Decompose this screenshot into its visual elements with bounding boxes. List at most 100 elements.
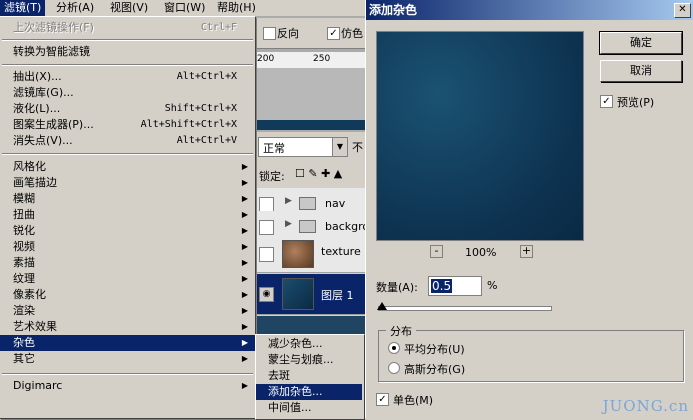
menu-filter[interactable]: 滤镜(T) (0, 0, 46, 16)
simulate-checkbox[interactable]: ✓ (327, 27, 340, 40)
expand-arrow-icon[interactable]: ▶ (285, 219, 292, 229)
canvas-area (255, 68, 365, 128)
submenu-item-median[interactable]: 中间值... (256, 400, 362, 416)
menu-item-extract[interactable]: 抽出(X)... Alt+Ctrl+X (0, 69, 255, 85)
menu-item-liquify[interactable]: 液化(L)... Shift+Ctrl+X (0, 101, 255, 117)
preview-image[interactable] (376, 31, 584, 241)
canvas-image (255, 120, 365, 130)
uniform-radio[interactable] (388, 342, 400, 354)
visibility-toggle[interactable] (259, 247, 274, 262)
blend-mode-value: 正常 (263, 142, 285, 155)
submenu-arrow-icon: ▶ (241, 162, 248, 171)
visibility-toggle[interactable] (259, 197, 274, 212)
menu-item-sketch[interactable]: 素描 ▶ (0, 255, 255, 271)
menu-bar: 滤镜(T) 分析(A) 视图(V) 窗口(W) 帮助(H) (0, 0, 365, 17)
reverse-label: 反向 (277, 27, 299, 40)
menu-view[interactable]: 视图(V) (106, 0, 152, 16)
menu-item-pattern-maker[interactable]: 图案生成器(P)... Alt+Shift+Ctrl+X (0, 117, 255, 133)
visibility-toggle[interactable] (259, 220, 274, 235)
distribution-title: 分布 (386, 323, 416, 339)
menu-item-pixelate[interactable]: 像素化 ▶ (0, 287, 255, 303)
ok-button[interactable]: 确定 (599, 31, 683, 55)
submenu-arrow-icon: ▶ (241, 242, 248, 251)
blend-mode-select[interactable]: 正常 ▼ (258, 137, 348, 157)
amount-slider-thumb[interactable] (377, 302, 387, 310)
ruler-tick: 200 (257, 54, 275, 64)
menu-item-brush-strokes[interactable]: 画笔描边 ▶ (0, 175, 255, 191)
menu-item-video[interactable]: 视频 ▶ (0, 239, 255, 255)
simulate-label: 仿色 (341, 27, 363, 40)
options-bar: 反向 ✓ 仿色 (255, 18, 365, 49)
layer-thumbnail (282, 278, 314, 310)
preview-checkbox[interactable]: ✓ (600, 95, 613, 108)
layer-row-layer1[interactable]: ◉ 图层 1 (255, 274, 365, 315)
menu-item-noise[interactable]: 杂色 ▶ (0, 335, 255, 351)
menu-item-distort[interactable]: 扭曲 ▶ (0, 207, 255, 223)
zoom-out-button[interactable]: - (430, 245, 443, 258)
submenu-item-despeckle[interactable]: 去斑 (256, 368, 362, 384)
menu-item-blur[interactable]: 模糊 ▶ (0, 191, 255, 207)
gaussian-label: 高斯分布(G) (404, 363, 466, 376)
submenu-arrow-icon: ▶ (241, 338, 248, 347)
submenu-arrow-icon: ▶ (241, 274, 248, 283)
watermark: JUONG.cn (602, 397, 689, 415)
amount-label: 数量(A): (376, 281, 418, 294)
submenu-arrow-icon: ▶ (241, 306, 248, 315)
submenu-item-dust-scratches[interactable]: 蒙尘与划痕... (256, 352, 362, 368)
monochromatic-label: 单色(M) (393, 394, 434, 407)
menu-item-texture[interactable]: 纹理 ▶ (0, 271, 255, 287)
amount-slider-track[interactable] (378, 306, 552, 311)
chevron-down-icon: ▼ (332, 138, 347, 156)
amount-value: 0.5 (431, 279, 453, 293)
layer-row-texture[interactable]: texture (255, 236, 365, 273)
dialog-title: 添加杂色 (369, 3, 418, 17)
opacity-label: 不 (352, 141, 363, 154)
folder-icon (299, 197, 316, 210)
submenu-item-reduce-noise[interactable]: 减少杂色... (256, 336, 362, 352)
close-icon[interactable]: ✕ (674, 3, 691, 18)
submenu-arrow-icon: ▶ (241, 290, 248, 299)
reverse-checkbox[interactable] (263, 27, 276, 40)
menu-divider (2, 153, 253, 155)
submenu-arrow-icon: ▶ (241, 226, 248, 235)
menu-help[interactable]: 帮助(H) (213, 0, 260, 16)
gaussian-radio[interactable] (388, 362, 400, 374)
menu-item-artistic[interactable]: 艺术效果 ▶ (0, 319, 255, 335)
submenu-arrow-icon: ▶ (241, 258, 248, 267)
dialog-title-bar: 添加杂色 ✕ (366, 0, 693, 20)
menu-item-digimarc[interactable]: Digimarc ▶ (0, 378, 255, 394)
monochromatic-checkbox[interactable]: ✓ (376, 393, 389, 406)
noise-submenu: 减少杂色... 蒙尘与划痕... 去斑 添加杂色... 中间值... (255, 334, 365, 420)
menu-item-vanishing-point[interactable]: 消失点(V)... Alt+Ctrl+V (0, 133, 255, 149)
zoom-in-button[interactable]: + (520, 245, 533, 258)
menu-item-sharpen[interactable]: 锐化 ▶ (0, 223, 255, 239)
uniform-label: 平均分布(U) (404, 343, 465, 356)
amount-unit: % (487, 279, 498, 292)
layer-thumbnail (282, 240, 314, 268)
lock-icons[interactable]: ☐ ✎ ✚ ▲ (295, 167, 342, 180)
menu-item-render[interactable]: 渲染 ▶ (0, 303, 255, 319)
menu-item-stylize[interactable]: 风格化 ▶ (0, 159, 255, 175)
layer-name: backgro (325, 220, 370, 233)
submenu-arrow-icon: ▶ (241, 381, 248, 390)
menu-item-other[interactable]: 其它 ▶ (0, 351, 255, 367)
submenu-arrow-icon: ▶ (241, 210, 248, 219)
menu-window[interactable]: 窗口(W) (160, 0, 209, 16)
menu-item-last-filter: 上次滤镜操作(F) Ctrl+F (13, 21, 237, 34)
menu-item-smart-filter[interactable]: 转换为智能滤镜 (0, 44, 255, 60)
layer-name: 图层 1 (321, 289, 354, 302)
submenu-item-add-noise[interactable]: 添加杂色... (256, 384, 362, 400)
zoom-level: 100% (465, 246, 497, 259)
menu-analysis[interactable]: 分析(A) (52, 0, 98, 16)
ruler-tick: 250 (313, 54, 331, 64)
eye-icon[interactable]: ◉ (259, 287, 274, 302)
layer-name: nav (325, 197, 346, 210)
menu-item-filter-gallery[interactable]: 滤镜库(G)... (0, 85, 255, 101)
cancel-button[interactable]: 取消 (600, 60, 682, 82)
submenu-arrow-icon: ▶ (241, 178, 248, 187)
menu-divider (2, 39, 253, 41)
expand-arrow-icon[interactable]: ▶ (285, 196, 292, 206)
submenu-arrow-icon: ▶ (241, 354, 248, 363)
amount-input[interactable]: 0.5 (428, 276, 482, 296)
filter-menu: 上次滤镜操作(F) Ctrl+F 转换为智能滤镜 抽出(X)... Alt+Ctrl… (0, 17, 256, 419)
